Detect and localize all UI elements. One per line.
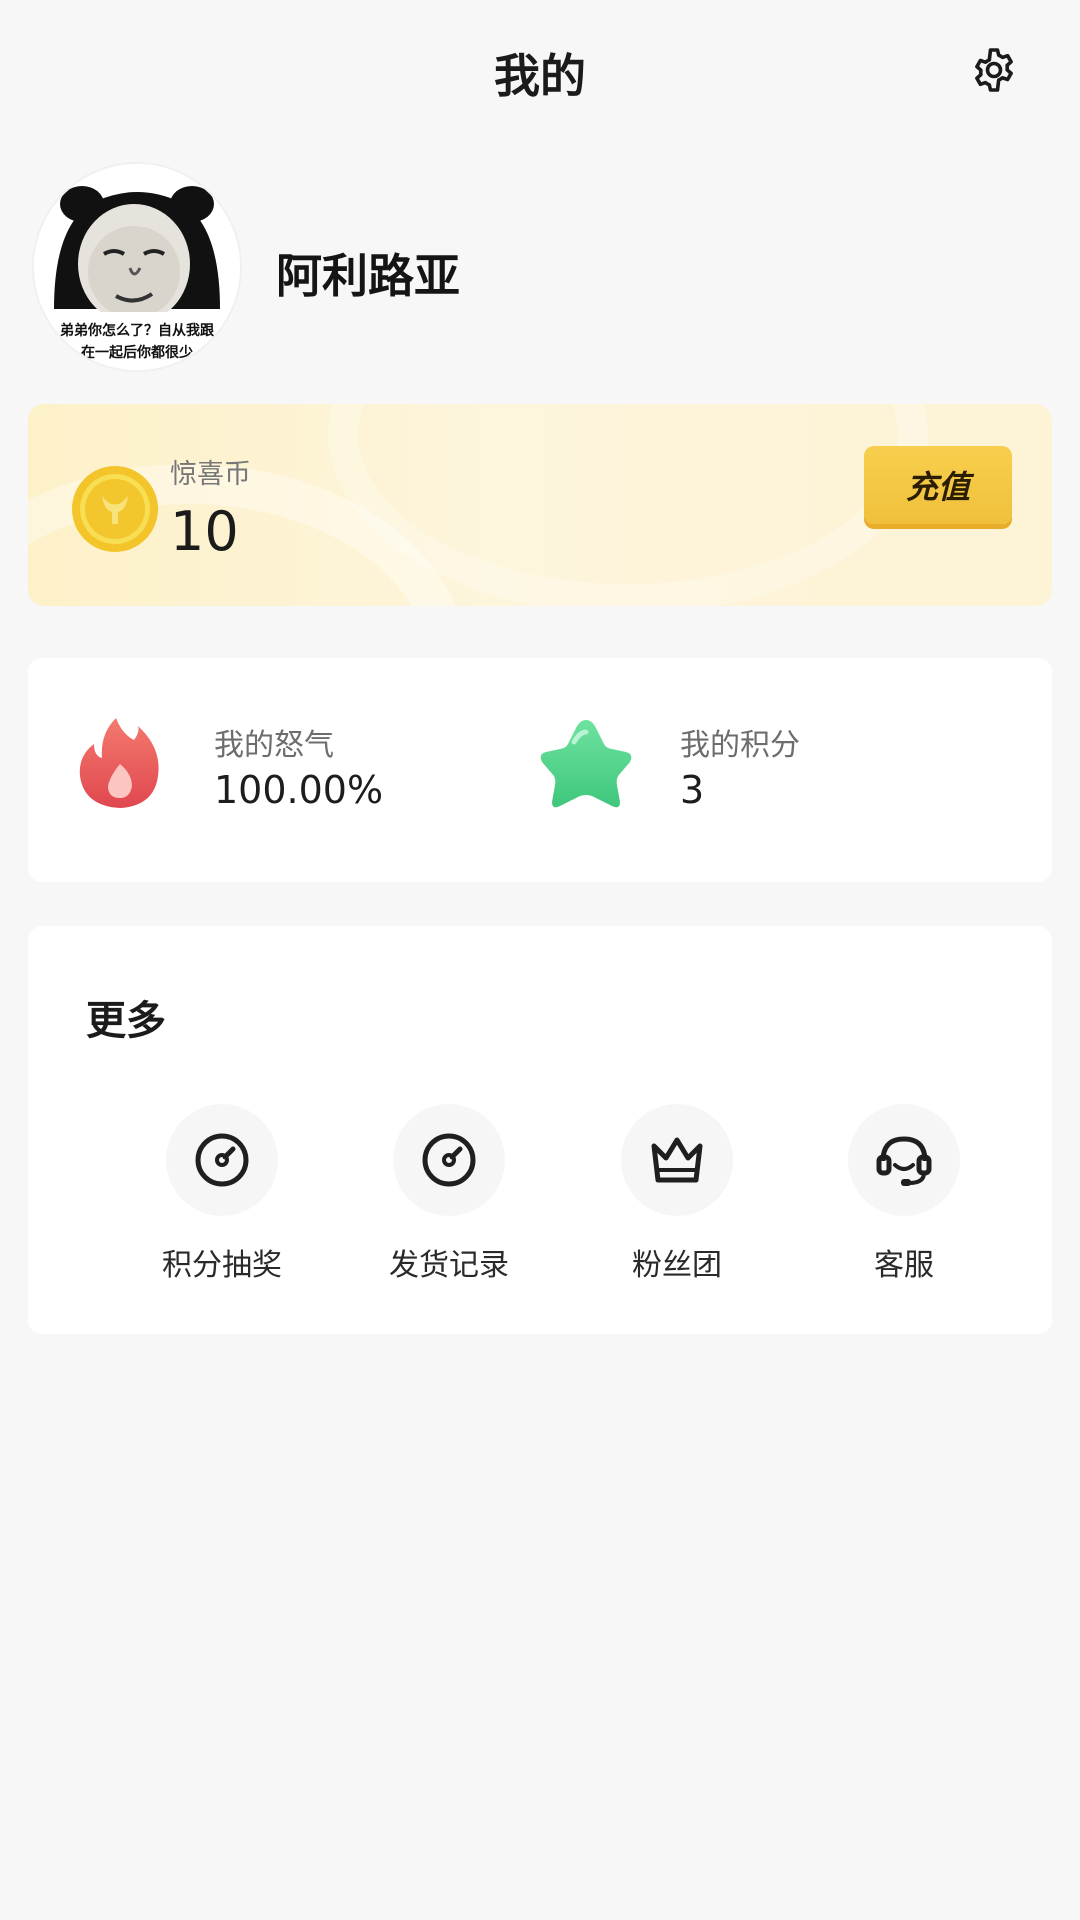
customer-service-button[interactable]: 客服 [804, 1104, 1004, 1284]
more-card: 更多 积分抽奖 发货记录 粉丝团 客服 [28, 926, 1052, 1334]
points-label: 我的积分 [680, 728, 800, 763]
coin-balance: 10 [170, 500, 239, 563]
avatar-caption-line-2: 在一起后你都很少 [81, 345, 193, 361]
fan-club-button[interactable]: 粉丝团 [577, 1104, 777, 1284]
avatar[interactable]: 弟弟你怎么了？自从我跟 在一起后你都很少 [34, 164, 240, 370]
icon-background [166, 1104, 278, 1216]
icon-background [393, 1104, 505, 1216]
fire-icon [79, 718, 159, 808]
coin-label: 惊喜币 [170, 459, 251, 490]
headset-icon [876, 1136, 932, 1186]
avatar-caption-line-1: 弟弟你怎么了？自从我跟 [60, 323, 214, 339]
shipping-record-button[interactable]: 发货记录 [349, 1104, 549, 1284]
settings-button[interactable] [966, 42, 1022, 98]
gauge-icon [195, 1133, 249, 1187]
profile-page: 我的 弟弟你怎么了？自从我跟 在一起后你都很少 阿利路亚 惊喜币 10 充值 我… [0, 0, 1080, 1920]
coin-card: 惊喜币 10 充值 [28, 404, 1052, 606]
points-lottery-button[interactable]: 积分抽奖 [122, 1104, 322, 1284]
stats-card: 我的怒气 100.00% 我的积分 3 [28, 658, 1052, 882]
more-item-label: 客服 [874, 1248, 934, 1283]
gear-icon [975, 48, 1013, 92]
page-title: 我的 [494, 49, 586, 103]
star-icon [540, 720, 632, 808]
more-item-label: 积分抽奖 [162, 1248, 282, 1283]
icon-background [621, 1104, 733, 1216]
icon-background [848, 1104, 960, 1216]
crown-icon [651, 1137, 703, 1183]
anger-value: 100.00% [214, 768, 384, 812]
more-section-title: 更多 [86, 998, 166, 1044]
gauge-icon [422, 1133, 476, 1187]
username: 阿利路亚 [276, 249, 460, 303]
header: 我的 [0, 0, 1080, 140]
anger-label: 我的怒气 [214, 728, 334, 763]
coin-icon [72, 466, 158, 552]
recharge-button[interactable]: 充值 [864, 446, 1012, 524]
points-value: 3 [680, 768, 705, 812]
more-item-label: 粉丝团 [632, 1248, 722, 1283]
more-item-label: 发货记录 [389, 1248, 509, 1283]
